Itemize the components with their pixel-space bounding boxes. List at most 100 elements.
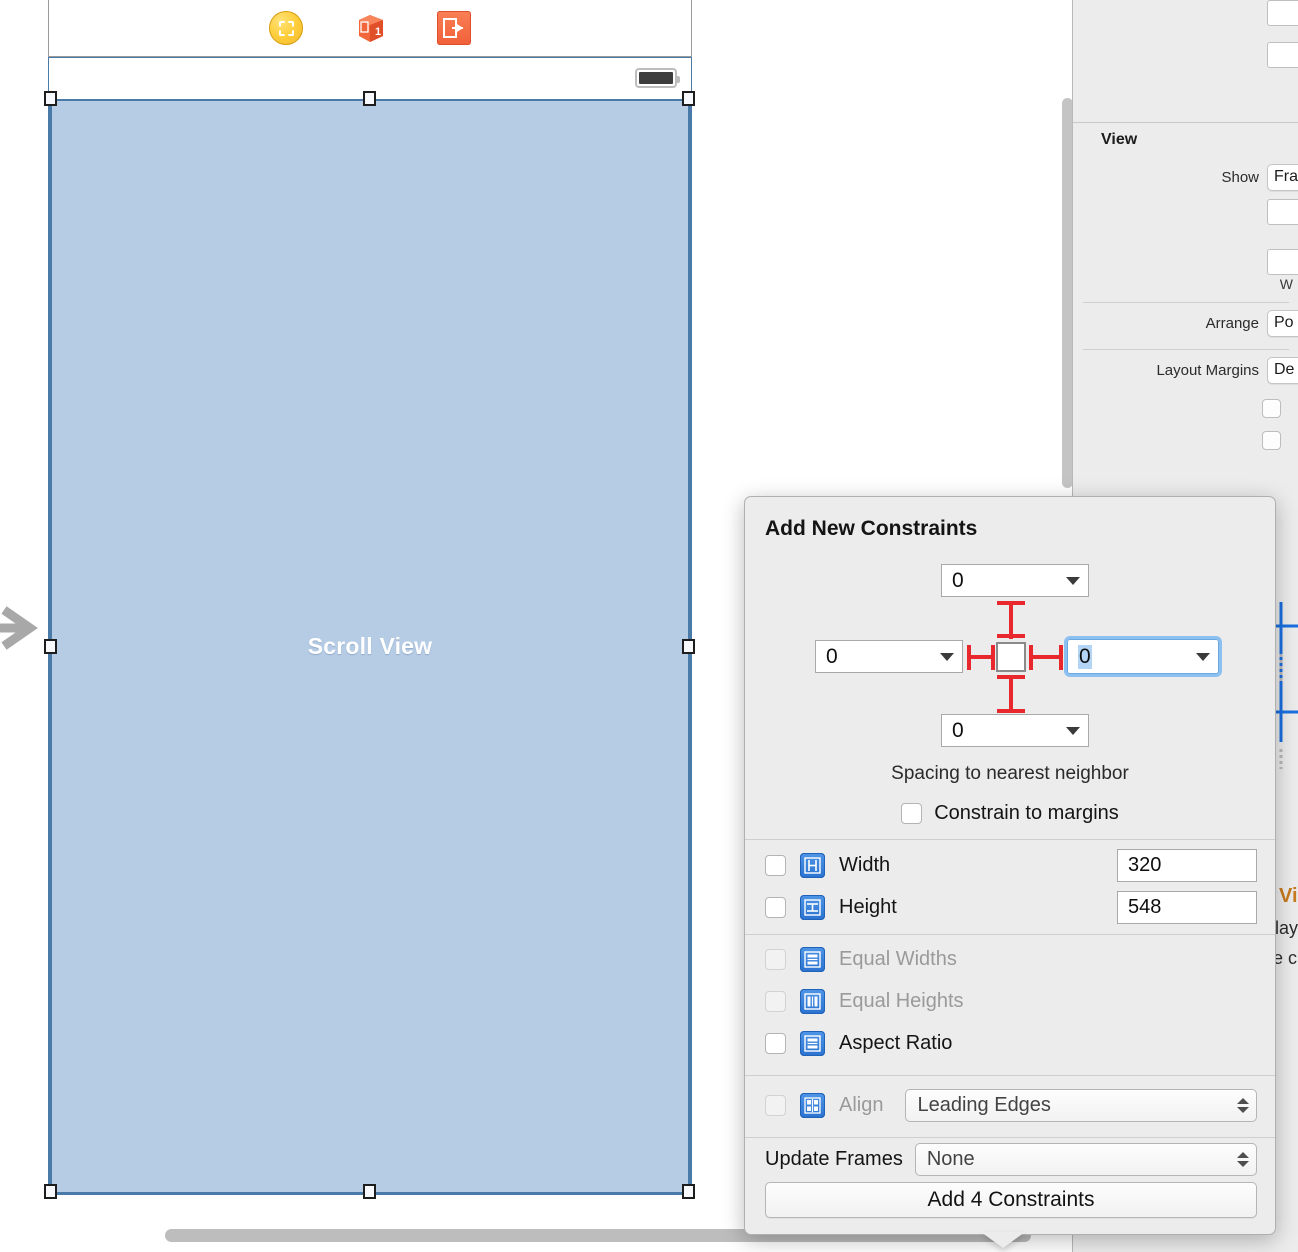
constraint-strut-bottom-cap <box>997 675 1025 679</box>
chevron-down-icon[interactable] <box>940 652 954 661</box>
inspector-section-title: View <box>1101 131 1138 148</box>
height-constraint-icon <box>800 895 825 920</box>
popover-separator-1 <box>745 839 1275 840</box>
update-frames-label: Update Frames <box>765 1148 903 1170</box>
spacing-trailing-value: 0 <box>1078 644 1092 669</box>
first-responder-icon[interactable]: 1 <box>353 11 387 45</box>
aspect-ratio-checkbox[interactable] <box>765 1033 786 1054</box>
selection-handle-bottom-center[interactable] <box>363 1184 376 1199</box>
constraint-strut-top-cap <box>997 601 1025 605</box>
stepper-icon <box>1237 1098 1249 1113</box>
inspector-label-arrange: Arrange <box>1205 314 1259 332</box>
constraint-strut-top-cap2 <box>997 634 1025 638</box>
storyboard-entry-point-arrow <box>0 596 48 660</box>
width-constraint-row[interactable]: Width 320 <box>765 849 1257 882</box>
inspector-field-clipped-2[interactable] <box>1267 42 1298 68</box>
spacing-top-field[interactable]: 0 <box>941 564 1089 597</box>
width-value-field[interactable]: 320 <box>1117 849 1257 882</box>
constraint-strut-bottom[interactable] <box>1009 675 1013 713</box>
spacing-bottom-value: 0 <box>952 718 964 742</box>
inspector-clipped-line-2: lay <box>1275 918 1298 938</box>
spacing-leading-field[interactable]: 0 <box>815 640 963 673</box>
spacing-caption: Spacing to nearest neighbor <box>891 763 1129 784</box>
align-select: Leading Edges <box>905 1089 1257 1122</box>
inspector-popup-arrange[interactable]: Po <box>1267 309 1298 337</box>
stepper-icon[interactable] <box>1237 1152 1249 1167</box>
device-screen: Scroll View <box>48 57 692 1195</box>
add-new-constraints-popover: Add New Constraints 0 0 0 0 Spacing to n… <box>744 496 1276 1235</box>
spacing-bottom-field[interactable]: 0 <box>941 714 1089 747</box>
selection-handle-bottom-right[interactable] <box>682 1184 695 1199</box>
constraint-strut-trailing-cap <box>1029 645 1033 670</box>
popover-separator-4 <box>745 1137 1275 1138</box>
popover-separator-2 <box>745 934 1275 935</box>
chevron-down-icon[interactable] <box>1066 576 1080 585</box>
height-value-field[interactable]: 548 <box>1117 891 1257 924</box>
chevron-down-icon[interactable] <box>1066 726 1080 735</box>
inspector-popup-show[interactable]: Fra <box>1267 163 1298 191</box>
aspect-ratio-row[interactable]: Aspect Ratio <box>765 1031 1257 1056</box>
inspector-popup-show-value: Fra <box>1274 168 1298 185</box>
inspector-popup-arrange-value: Po <box>1274 314 1294 331</box>
constraint-strut-trailing-cap2 <box>1059 645 1063 670</box>
width-value: 320 <box>1128 854 1162 876</box>
aspect-ratio-icon <box>800 1031 825 1056</box>
width-checkbox[interactable] <box>765 855 786 876</box>
constraint-strut-leading-cap2 <box>991 645 995 670</box>
spacing-leading-value: 0 <box>826 644 838 668</box>
inspector-field-width[interactable] <box>1267 249 1298 275</box>
spacing-trailing-field[interactable]: 0 <box>1064 636 1222 677</box>
equal-heights-checkbox <box>765 991 786 1012</box>
constraint-strut-leading-cap <box>967 645 971 670</box>
inspector-divider-2 <box>1083 349 1289 350</box>
battery-icon <box>635 68 680 88</box>
inspector-popup-layout-margins[interactable]: De <box>1267 356 1298 384</box>
inspector-section-view: View Show Fra W Arrange Po Layout Margin… <box>1073 122 1298 492</box>
inspector-divider-1 <box>1083 302 1289 303</box>
update-frames-select[interactable]: None <box>914 1143 1257 1176</box>
constrain-to-margins-checkbox[interactable] <box>901 803 923 824</box>
inspector-field-x[interactable] <box>1267 199 1298 225</box>
inspector-field-clipped-1[interactable] <box>1267 0 1298 26</box>
selection-handle-top-left[interactable] <box>44 91 57 106</box>
selection-handle-middle-left[interactable] <box>44 639 57 654</box>
inspector-checkbox-preserve-superview-margins[interactable] <box>1262 398 1281 418</box>
equal-heights-icon <box>800 989 825 1014</box>
update-frames-value: None <box>926 1148 975 1170</box>
selection-handle-middle-right[interactable] <box>682 639 695 654</box>
constraint-center-box <box>996 642 1026 672</box>
scroll-view[interactable]: Scroll View <box>49 99 691 1194</box>
aspect-ratio-label: Aspect Ratio <box>839 1032 953 1054</box>
align-icon <box>800 1093 825 1118</box>
height-constraint-row[interactable]: Height 548 <box>765 891 1257 924</box>
view-controller-icon[interactable] <box>269 11 303 45</box>
selection-handle-top-center[interactable] <box>363 91 376 106</box>
constraint-diagram <box>1276 594 1298 774</box>
equal-widths-icon <box>800 947 825 972</box>
constraint-strut-bottom-cap2 <box>997 709 1025 713</box>
chevron-down-icon[interactable] <box>1196 652 1210 661</box>
equal-widths-checkbox <box>765 949 786 970</box>
selection-handle-bottom-left[interactable] <box>44 1184 57 1199</box>
update-frames-row[interactable]: Update Frames None <box>765 1143 1257 1176</box>
inspector-clipped-heading: Vi <box>1279 885 1298 907</box>
align-value: Leading Edges <box>917 1094 1051 1116</box>
align-label: Align <box>839 1094 884 1116</box>
popover-separator-3 <box>745 1075 1275 1076</box>
exit-icon[interactable] <box>437 11 471 45</box>
align-checkbox <box>765 1095 786 1116</box>
constrain-to-margins-row[interactable]: Constrain to margins <box>745 802 1275 825</box>
constraint-strut-trailing[interactable] <box>1029 655 1063 659</box>
height-checkbox[interactable] <box>765 897 786 918</box>
add-constraints-button[interactable]: Add 4 Constraints <box>765 1182 1257 1218</box>
inspector-field-caption: W <box>1279 276 1293 292</box>
inspector-popup-layout-margins-value: De <box>1274 361 1295 378</box>
equal-heights-row: Equal Heights <box>765 989 1257 1014</box>
inspector-checkbox-follow-readable-width[interactable] <box>1262 430 1281 450</box>
selection-handle-top-right[interactable] <box>682 91 695 106</box>
popover-tail <box>981 1232 1025 1248</box>
inspector-clipped-line-3: e c <box>1273 948 1298 968</box>
spacing-top-value: 0 <box>952 568 964 592</box>
scroll-view-label: Scroll View <box>307 633 433 659</box>
equal-widths-label: Equal Widths <box>839 948 957 970</box>
